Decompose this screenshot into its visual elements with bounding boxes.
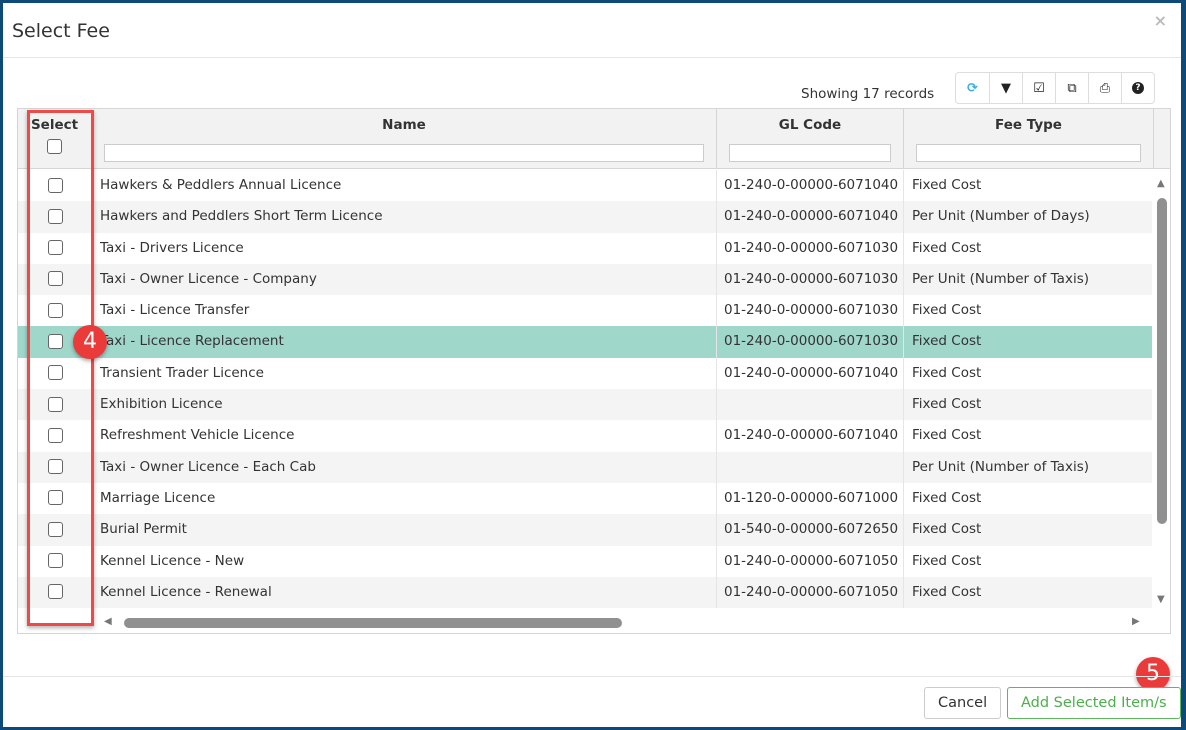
vertical-scrollbar[interactable]: ▲ ▼: [1153, 170, 1170, 611]
table-row[interactable]: Burial Permit 01-540-0-00000-6072650 Fix…: [18, 514, 1152, 546]
fee-name: Kennel Licence - Renewal: [92, 576, 717, 609]
column-gl-code[interactable]: GL Code: [717, 109, 904, 169]
gl-code: 01-240-0-00000-6071030: [717, 295, 904, 327]
fee-name: Taxi - Licence Replacement: [92, 326, 717, 358]
select-column-highlight: [27, 110, 94, 626]
fee-type: Per Unit (Number of Days): [912, 208, 1090, 225]
gl-code: [717, 389, 904, 421]
gl-code-header-label: GL Code: [778, 117, 842, 133]
fee-type: Fixed Cost: [912, 364, 982, 381]
column-fee-type[interactable]: Fee Type: [904, 109, 1154, 169]
scroll-left-icon[interactable]: ◀: [104, 616, 112, 627]
select-fee-dialog: Select Fee × Showing 17 records ⟳ ▼ ☑ ⧉ …: [3, 3, 1181, 727]
fee-type: Fixed Cost: [912, 333, 982, 350]
horizontal-scroll-thumb[interactable]: [124, 618, 622, 628]
name-header-label: Name: [382, 117, 426, 133]
fee-type-header-label: Fee Type: [995, 117, 1062, 133]
fee-type: Fixed Cost: [912, 583, 982, 600]
gl-code: 01-120-0-00000-6071000: [717, 482, 904, 515]
column-extra: [1154, 109, 1170, 169]
gl-code: 01-240-0-00000-6071050: [717, 576, 904, 609]
fee-type-filter-input[interactable]: [916, 144, 1141, 162]
add-selected-button[interactable]: Add Selected Item/s: [1007, 687, 1181, 719]
step-4-badge: 4: [73, 325, 107, 359]
cancel-button[interactable]: Cancel: [924, 687, 1002, 719]
table-row[interactable]: Hawkers and Peddlers Short Term Licence …: [18, 201, 1152, 233]
column-name[interactable]: Name: [92, 109, 717, 169]
gl-code: 01-240-0-00000-6071030: [717, 326, 904, 358]
fee-type: Fixed Cost: [912, 427, 982, 444]
table-row[interactable]: Taxi - Owner Licence - Company 01-240-0-…: [18, 263, 1152, 296]
fee-name: Burial Permit: [92, 514, 717, 546]
table-row[interactable]: Transient Trader Licence 01-240-0-00000-…: [18, 357, 1152, 390]
table-row[interactable]: Taxi - Licence Replacement 01-240-0-0000…: [18, 326, 1152, 358]
gl-code: 01-240-0-00000-6071030: [717, 263, 904, 296]
divider: [3, 57, 1181, 58]
gl-code: [717, 451, 904, 483]
table-row[interactable]: Hawkers & Peddlers Annual Licence 01-240…: [18, 170, 1152, 202]
fee-type: Fixed Cost: [912, 302, 982, 319]
table-row[interactable]: Refreshment Vehicle Licence 01-240-0-000…: [18, 420, 1152, 452]
gl-code: 01-540-0-00000-6072650: [717, 514, 904, 546]
fee-type: Fixed Cost: [912, 239, 982, 256]
fee-name: Kennel Licence - New: [92, 545, 717, 577]
fee-type: Per Unit (Number of Taxis): [912, 458, 1089, 475]
fee-name: Exhibition Licence: [92, 389, 717, 421]
table-row[interactable]: Marriage Licence 01-120-0-00000-6071000 …: [18, 482, 1152, 515]
refresh-icon[interactable]: ⟳: [956, 73, 989, 103]
help-icon[interactable]: ?: [1121, 73, 1154, 103]
fee-type: Fixed Cost: [912, 396, 982, 413]
fee-type: Per Unit (Number of Taxis): [912, 270, 1089, 287]
scroll-right-icon[interactable]: ▶: [1132, 616, 1140, 627]
fee-name: Hawkers & Peddlers Annual Licence: [92, 170, 717, 202]
gl-code: 01-240-0-00000-6071050: [717, 545, 904, 577]
close-icon[interactable]: ×: [1154, 11, 1167, 30]
dialog-title: Select Fee: [12, 20, 110, 42]
horizontal-scrollbar[interactable]: ◀ ▶: [98, 613, 1158, 631]
fee-type: Fixed Cost: [912, 552, 982, 569]
table-row[interactable]: Kennel Licence - Renewal 01-240-0-00000-…: [18, 576, 1152, 609]
fee-name: Transient Trader Licence: [92, 357, 717, 390]
fee-name: Taxi - Owner Licence - Company: [92, 263, 717, 296]
gl-code: 01-240-0-00000-6071040: [717, 357, 904, 390]
check-square-icon[interactable]: ☑: [1022, 73, 1055, 103]
copy-icon[interactable]: ⧉: [1055, 73, 1088, 103]
gl-code: 01-240-0-00000-6071040: [717, 420, 904, 452]
fee-type: Fixed Cost: [912, 489, 982, 506]
grid-body: Hawkers & Peddlers Annual Licence 01-240…: [18, 170, 1152, 609]
table-row[interactable]: Taxi - Drivers Licence 01-240-0-00000-60…: [18, 232, 1152, 264]
fee-type: Fixed Cost: [912, 177, 982, 193]
table-row[interactable]: Taxi - Owner Licence - Each Cab Per Unit…: [18, 451, 1152, 483]
step-5-badge: 5: [1136, 657, 1170, 691]
gl-code: 01-240-0-00000-6071030: [717, 232, 904, 264]
gl-code: 01-240-0-00000-6071040: [717, 170, 904, 202]
vertical-scroll-thumb[interactable]: [1157, 198, 1167, 524]
gl-code: 01-240-0-00000-6071040: [717, 201, 904, 233]
grid-header: Select Name GL Code Fee Type: [18, 109, 1170, 169]
table-row[interactable]: Taxi - Licence Transfer 01-240-0-00000-6…: [18, 295, 1152, 327]
print-icon[interactable]: ⎙: [1088, 73, 1121, 103]
scroll-up-icon[interactable]: ▲: [1157, 178, 1165, 189]
fee-name: Taxi - Owner Licence - Each Cab: [92, 451, 717, 483]
fee-name: Taxi - Licence Transfer: [92, 295, 717, 327]
fee-name: Refreshment Vehicle Licence: [92, 420, 717, 452]
fee-type: Fixed Cost: [912, 521, 982, 538]
divider: [3, 676, 1181, 677]
scroll-down-icon[interactable]: ▼: [1157, 594, 1165, 605]
grid-toolbar: ⟳ ▼ ☑ ⧉ ⎙ ?: [955, 72, 1155, 104]
table-row[interactable]: Kennel Licence - New 01-240-0-00000-6071…: [18, 545, 1152, 577]
record-count: Showing 17 records: [801, 86, 935, 102]
fee-name: Hawkers and Peddlers Short Term Licence: [92, 201, 717, 233]
table-row[interactable]: Exhibition Licence Fixed Cost: [18, 389, 1152, 421]
name-filter-input[interactable]: [104, 144, 704, 162]
fee-name: Marriage Licence: [92, 482, 717, 515]
gl-code-filter-input[interactable]: [729, 144, 891, 162]
fee-grid: Select Name GL Code Fee Type Hawkers & P…: [17, 108, 1171, 634]
fee-name: Taxi - Drivers Licence: [92, 232, 717, 264]
filter-icon[interactable]: ▼: [989, 73, 1022, 103]
